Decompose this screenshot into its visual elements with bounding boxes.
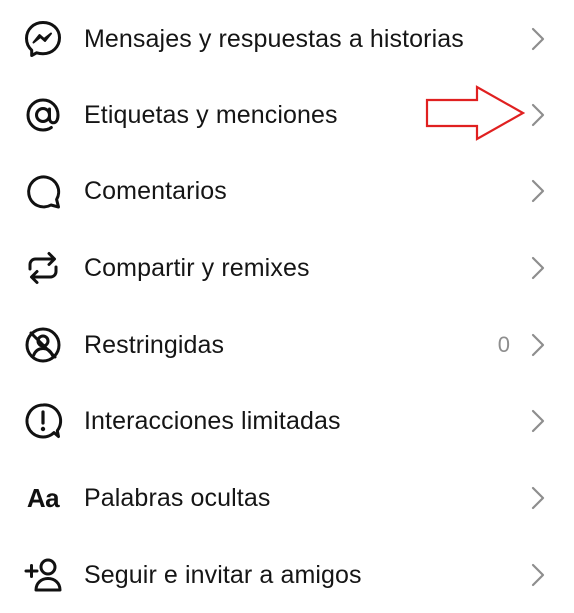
menu-item-label: Compartir y remixes <box>84 254 310 282</box>
menu-item-hidden-words[interactable]: Aa Palabras ocultas <box>0 460 574 536</box>
repeat-icon <box>22 247 64 289</box>
menu-item-label: Etiquetas y menciones <box>84 101 338 129</box>
restricted-icon <box>22 324 64 366</box>
chevron-right-icon <box>528 331 548 359</box>
chevron-right-icon <box>528 254 548 282</box>
aa-text-icon: Aa <box>26 483 60 513</box>
alert-circle-icon <box>22 400 64 442</box>
menu-item-label: Restringidas <box>84 331 225 359</box>
restricted-count: 0 <box>497 332 510 357</box>
chevron-right-icon <box>528 407 548 435</box>
menu-item-label: Mensajes y respuestas a historias <box>84 25 464 53</box>
menu-item-messages-story-replies[interactable]: Mensajes y respuestas a historias <box>0 1 574 77</box>
menu-item-limited-interactions[interactable]: Interacciones limitadas <box>0 383 574 459</box>
menu-item-comments[interactable]: Comentarios <box>0 153 574 229</box>
messenger-icon <box>22 18 64 60</box>
menu-item-share-remix[interactable]: Compartir y remixes <box>0 230 574 306</box>
menu-item-restricted[interactable]: Restringidas 0 <box>0 307 574 383</box>
chevron-right-icon <box>528 25 548 53</box>
chevron-right-icon <box>528 177 548 205</box>
chevron-right-icon <box>528 561 548 589</box>
at-sign-icon <box>22 94 64 136</box>
red-arrow-annotation-icon <box>425 85 526 141</box>
menu-item-label: Comentarios <box>84 177 227 205</box>
comment-bubble-icon <box>22 170 64 212</box>
chevron-right-icon <box>528 101 548 129</box>
menu-item-label: Palabras ocultas <box>84 484 271 512</box>
menu-item-follow-invite-friends[interactable]: Seguir e invitar a amigos <box>0 537 574 613</box>
add-person-icon <box>22 554 64 596</box>
chevron-right-icon <box>528 484 548 512</box>
menu-item-label: Interacciones limitadas <box>84 407 341 435</box>
menu-item-label: Seguir e invitar a amigos <box>84 561 362 589</box>
